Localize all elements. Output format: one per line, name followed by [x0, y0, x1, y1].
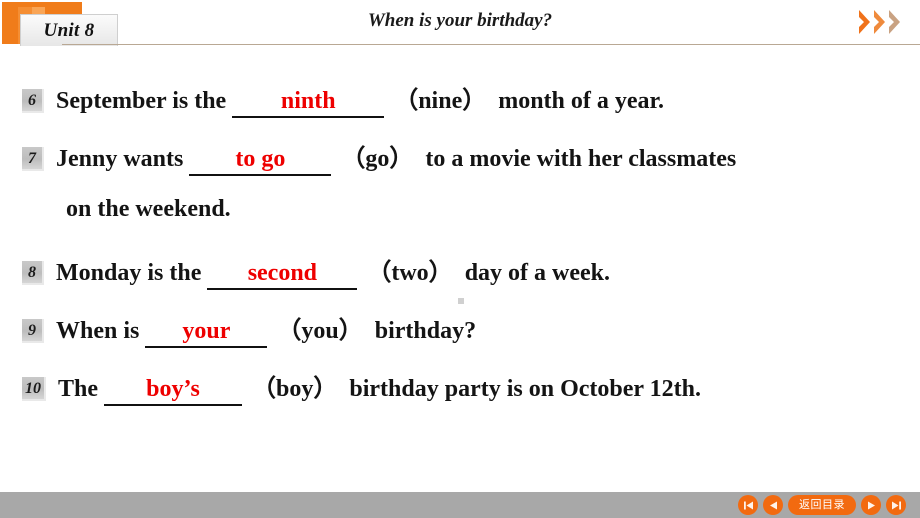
answer-blank[interactable]: ninth — [232, 88, 385, 118]
item-number-badge: 7 — [22, 147, 44, 171]
exercise-list: 6 September is the ninth （nine） month of… — [0, 46, 920, 492]
answer-blank[interactable]: to go — [189, 146, 332, 176]
exercise-item: 8 Monday is the second （two） day of a we… — [22, 252, 610, 290]
item-prompt-after: birthday? — [374, 318, 477, 344]
exercise-item: 6 September is the ninth （nine） month of… — [22, 80, 664, 118]
stray-artifact-mark — [458, 298, 464, 304]
item-prompt-after: day of a week. — [464, 260, 611, 286]
item-cue-word: （two） — [367, 260, 453, 286]
unit-tab-label: Unit 8 — [43, 19, 95, 41]
item-prompt-after: month of a year. — [498, 88, 664, 114]
answer-blank[interactable]: second — [207, 260, 358, 290]
answer-blank[interactable]: boy’s — [104, 376, 243, 406]
exercise-item: 9 When is your （you） birthday? — [22, 310, 476, 348]
unit-tab[interactable]: Unit 8 — [20, 14, 118, 46]
item-number-badge: 8 — [22, 261, 44, 285]
answer-blank[interactable]: your — [145, 318, 268, 348]
item-number-badge: 10 — [22, 377, 46, 401]
item-number-badge: 6 — [22, 89, 44, 113]
header-divider — [62, 44, 920, 45]
previous-slide-icon[interactable] — [763, 495, 783, 515]
chevron-right-icon — [888, 9, 902, 35]
item-prompt-before: The — [58, 376, 99, 402]
item-continuation-text: on the weekend. — [66, 196, 231, 222]
item-prompt-before: September is the — [56, 88, 227, 114]
item-prompt-before: Monday is the — [56, 260, 202, 286]
chevron-right-icon — [873, 9, 887, 35]
exercise-item-continuation: on the weekend. — [66, 196, 231, 223]
item-cue-word: （nine） — [394, 88, 487, 114]
slide-footer-bar: 返回目录 — [0, 492, 920, 518]
item-prompt-before: Jenny wants — [56, 146, 184, 172]
skip-to-last-icon[interactable] — [886, 495, 906, 515]
item-number-badge: 9 — [22, 319, 44, 343]
return-to-contents-button[interactable]: 返回目录 — [788, 495, 856, 515]
item-prompt-after: to a movie with her classmates — [425, 146, 737, 172]
item-prompt-after: birthday party is on October 12th. — [349, 376, 701, 402]
item-cue-word: （boy） — [252, 376, 338, 402]
skip-to-first-icon[interactable] — [738, 495, 758, 515]
next-slide-icon[interactable] — [861, 495, 881, 515]
slide-header: Unit 8 When is your birthday? — [0, 0, 920, 46]
exercise-item: 7 Jenny wants to go （go） to a movie with… — [22, 138, 736, 176]
page-title: When is your birthday? — [367, 10, 553, 31]
item-cue-word: （go） — [341, 146, 414, 172]
chevron-right-icon — [858, 9, 872, 35]
item-cue-word: （you） — [277, 318, 363, 344]
item-prompt-before: When is — [56, 318, 140, 344]
chevron-decoration-group — [858, 9, 902, 35]
exercise-item: 10 The boy’s （boy） birthday party is on … — [22, 368, 701, 406]
slide-navigation-group: 返回目录 — [738, 495, 906, 515]
return-to-contents-label: 返回目录 — [799, 498, 845, 511]
